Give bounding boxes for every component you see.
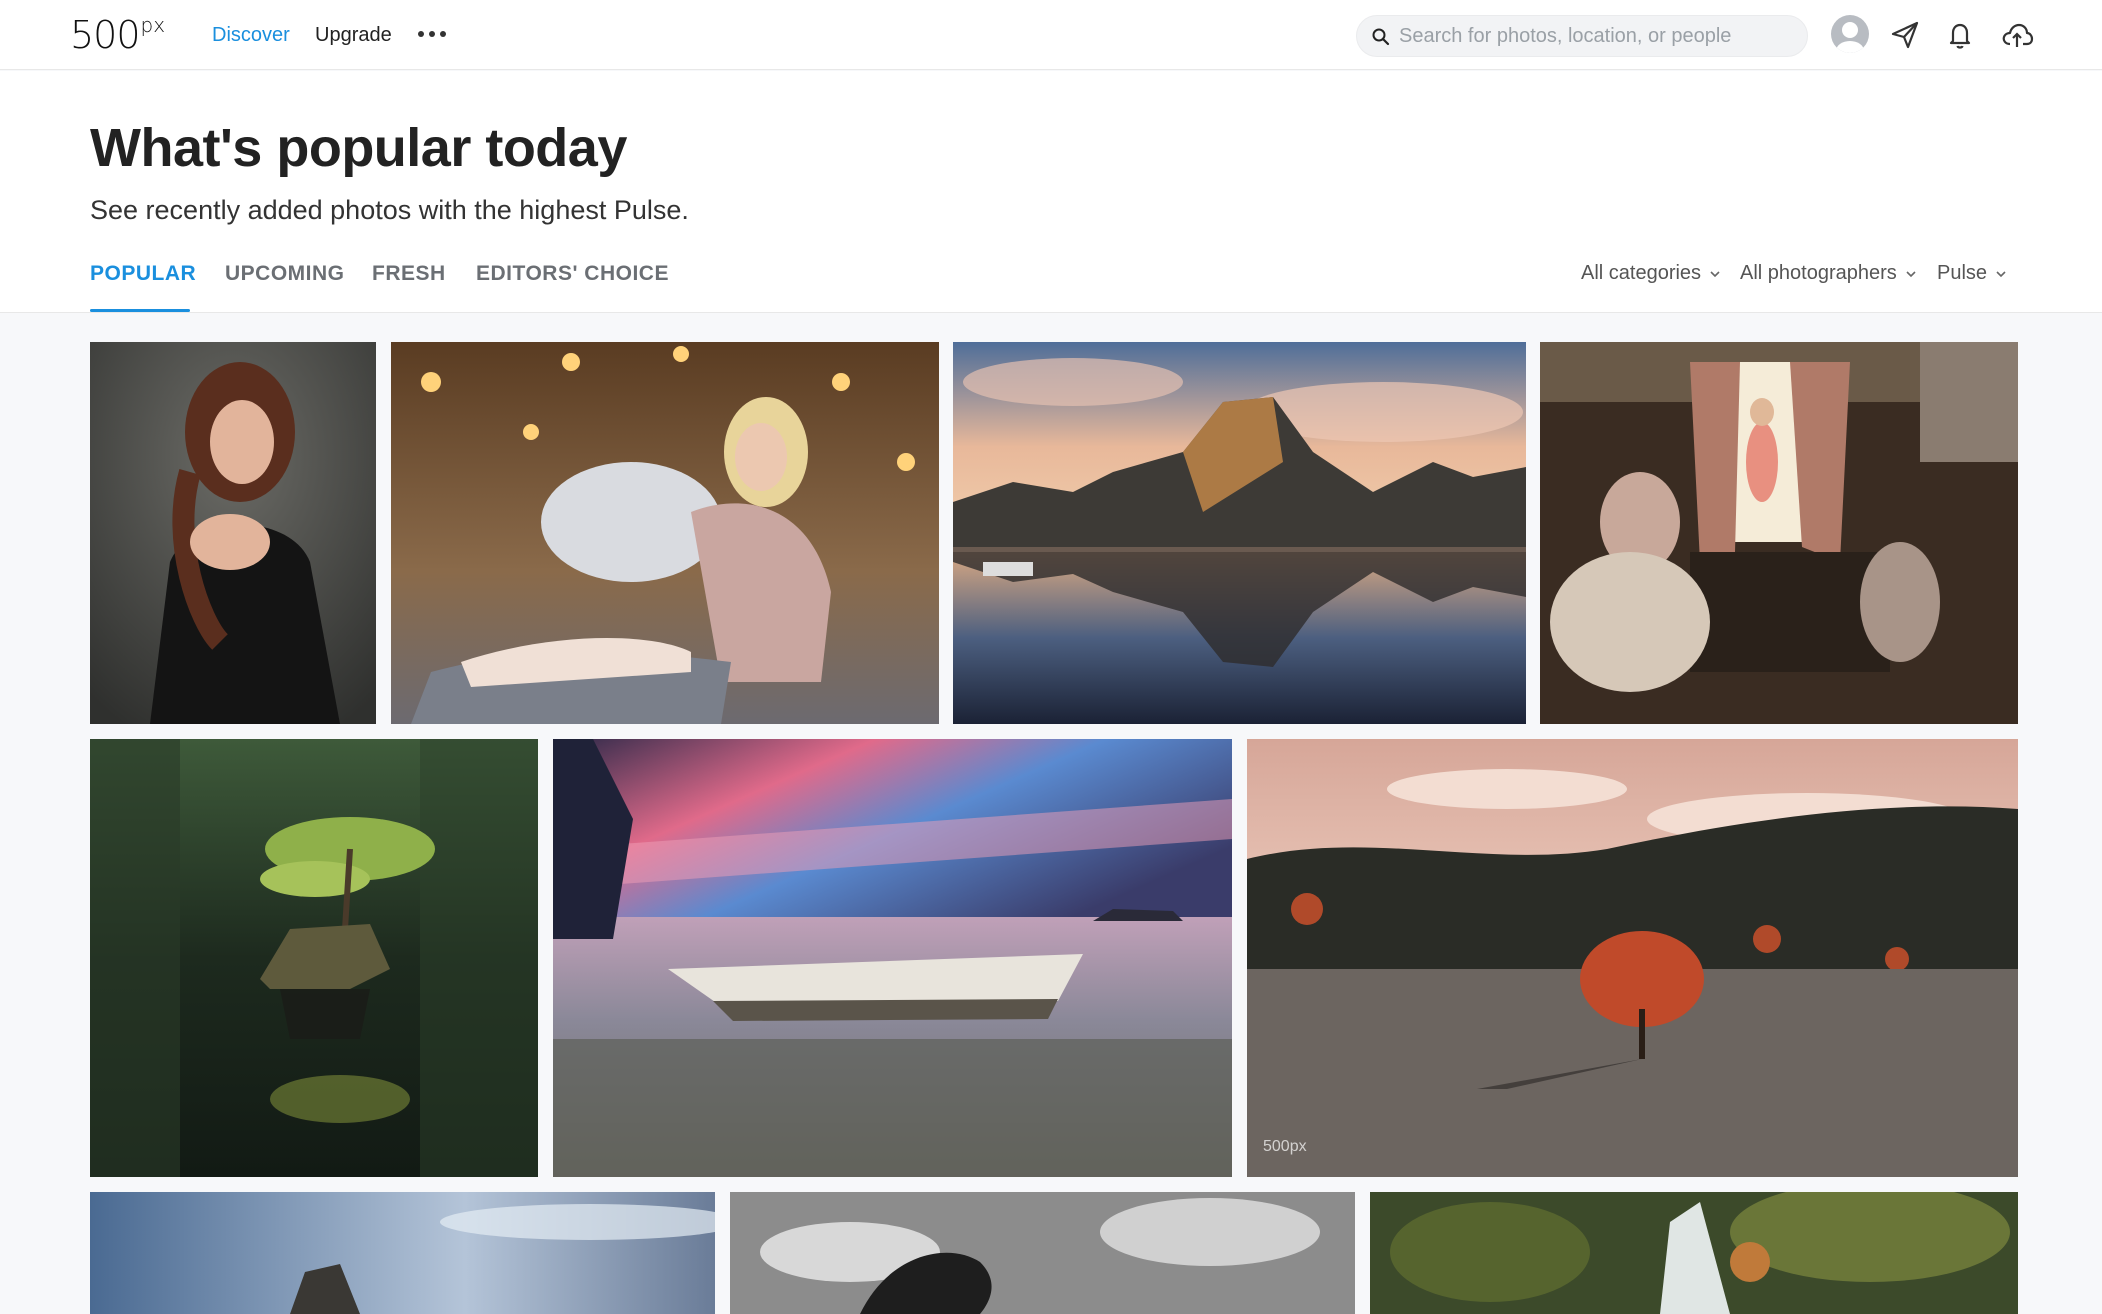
chevron-down-icon (1906, 270, 1916, 277)
photo-tile[interactable] (90, 1192, 715, 1314)
page-title: What's popular today (90, 118, 627, 178)
tab-upcoming[interactable]: UPCOMING (225, 262, 345, 286)
search-icon (1372, 28, 1390, 46)
photo-tile[interactable] (391, 342, 939, 724)
photo-watermark: 500px (1263, 1138, 1307, 1155)
chevron-down-icon (1710, 270, 1720, 277)
page-header: What's popular today See recently added … (0, 71, 2102, 313)
filter-photographers-label: All photographers (1740, 262, 1897, 284)
send-message-icon[interactable] (1887, 17, 1923, 53)
filter-categories-label: All categories (1581, 262, 1702, 284)
upload-cloud-icon[interactable] (1999, 17, 2035, 53)
filter-photographers-dropdown[interactable]: All photographers (1740, 262, 1917, 285)
rowboat-sunset-beach-photo (553, 739, 1232, 1177)
red-tree-field-photo (1247, 739, 2018, 1177)
nav-upgrade-link[interactable]: Upgrade (315, 22, 392, 48)
portrait-woman-dark-photo (90, 342, 376, 724)
photo-tile[interactable] (553, 739, 1232, 1177)
logo-text: 500 (70, 13, 141, 57)
black-white-portrait-photo (730, 1192, 1355, 1314)
user-avatar[interactable] (1831, 15, 1869, 53)
page-subtitle: See recently added photos with the highe… (90, 195, 689, 225)
photo-tile[interactable] (90, 739, 538, 1177)
nav-discover-link[interactable]: Discover (212, 22, 290, 48)
photo-tile[interactable] (1370, 1192, 2018, 1314)
photo-tile[interactable] (90, 342, 376, 724)
chevron-down-icon (1996, 270, 2006, 277)
tab-fresh[interactable]: FRESH (372, 262, 446, 286)
active-tab-indicator (90, 309, 190, 312)
mountain-lake-reflection-photo (953, 342, 1526, 724)
filter-categories-dropdown[interactable]: All categories (1581, 262, 1721, 285)
search-input[interactable] (1399, 16, 1799, 56)
more-menu-icon[interactable] (418, 26, 448, 42)
top-navigation-bar: 500px Discover Upgrade (0, 0, 2102, 70)
filter-sort-label: Pulse (1937, 262, 1988, 284)
blonde-woman-sitting-photo (391, 342, 939, 724)
filter-sort-dropdown[interactable]: Pulse (1937, 262, 2007, 285)
500px-logo[interactable]: 500px (70, 13, 166, 57)
notification-bell-icon[interactable] (1942, 17, 1978, 53)
photo-tile[interactable]: 500px (1247, 739, 2018, 1177)
photo-tile[interactable] (953, 342, 1526, 724)
tree-on-rock-lake-photo (90, 739, 538, 1177)
waterfall-forest-photo (1370, 1192, 2018, 1314)
rock-sky-landscape-photo (90, 1192, 715, 1314)
family-train-window-photo (1540, 342, 2018, 724)
tab-editors-choice[interactable]: EDITORS' CHOICE (476, 262, 669, 286)
photo-tile[interactable] (1540, 342, 2018, 724)
search-bar[interactable] (1356, 15, 1808, 57)
logo-superscript: px (140, 13, 166, 37)
photo-tile[interactable] (730, 1192, 1355, 1314)
tab-popular[interactable]: POPULAR (90, 262, 196, 286)
